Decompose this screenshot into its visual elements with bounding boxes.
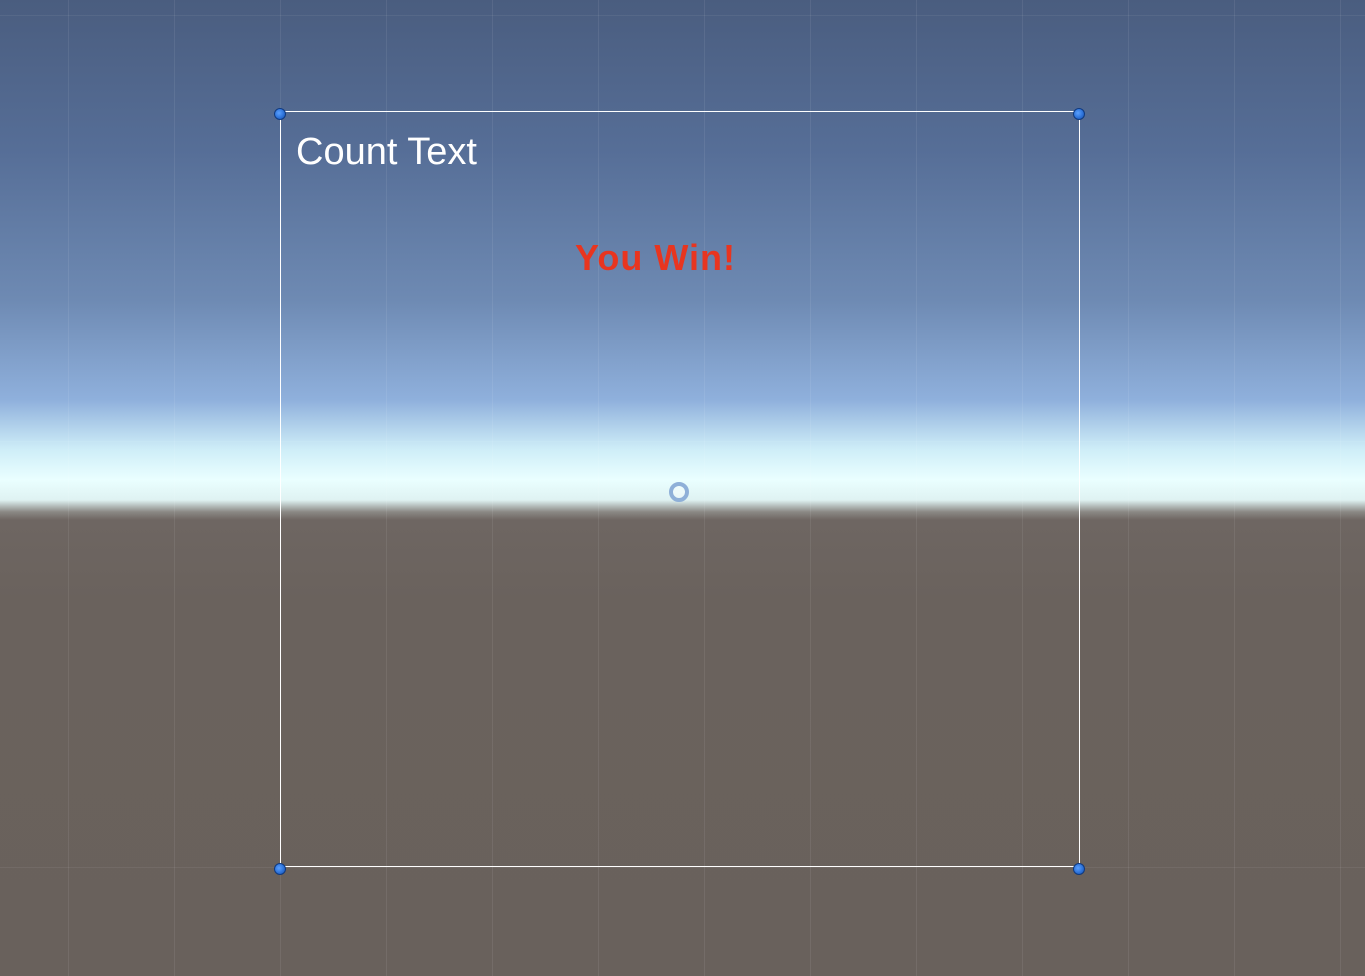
scene-view[interactable]: Count Text You Win! xyxy=(0,0,1365,976)
corner-handle-top-left[interactable] xyxy=(274,108,286,120)
corner-handle-bottom-left[interactable] xyxy=(274,863,286,875)
win-text-label[interactable]: You Win! xyxy=(575,237,736,279)
count-text-label[interactable]: Count Text xyxy=(296,130,477,174)
corner-handle-top-right[interactable] xyxy=(1073,108,1085,120)
pivot-icon[interactable] xyxy=(669,482,689,502)
corner-handle-bottom-right[interactable] xyxy=(1073,863,1085,875)
